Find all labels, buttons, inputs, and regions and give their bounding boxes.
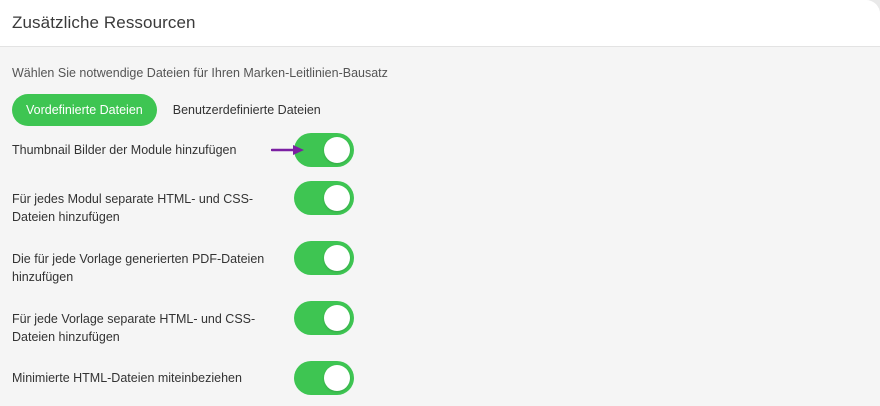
panel-subtitle: Wählen Sie notwendige Dateien für Ihren … <box>12 66 388 80</box>
option-label: Die für jede Vorlage generierten PDF-Dat… <box>12 252 265 284</box>
toggle-template-pdf[interactable] <box>294 241 354 275</box>
option-label: Für jedes Modul separate HTML- und CSS-D… <box>12 192 254 224</box>
toggle-module-html-css[interactable] <box>294 181 354 215</box>
toggle-knob <box>324 305 350 331</box>
toggle-template-html-css[interactable] <box>294 301 354 335</box>
tab-predefined-files[interactable]: Vordefinierte Dateien <box>12 94 157 126</box>
toggle-knob <box>324 185 350 211</box>
panel-header: Zusätzliche Ressourcen <box>0 0 880 47</box>
toggle-knob <box>324 365 350 391</box>
additional-resources-panel: Zusätzliche Ressourcen Wählen Sie notwen… <box>0 0 880 406</box>
tab-custom-files[interactable]: Benutzerdefinierte Dateien <box>159 94 335 126</box>
arrow-right-icon <box>271 145 304 155</box>
option-label: Thumbnail Bilder der Module hinzufügen <box>12 143 237 157</box>
toggle-knob <box>324 137 350 163</box>
option-label: Minimierte HTML-Dateien miteinbeziehen <box>12 371 242 385</box>
toggle-knob <box>324 245 350 271</box>
option-label: Für jede Vorlage separate HTML- und CSS-… <box>12 312 256 344</box>
panel-title: Zusätzliche Ressourcen <box>12 13 196 32</box>
file-type-tabs: Vordefinierte Dateien Benutzerdefinierte… <box>12 94 335 126</box>
toggle-minified-html[interactable] <box>294 361 354 395</box>
